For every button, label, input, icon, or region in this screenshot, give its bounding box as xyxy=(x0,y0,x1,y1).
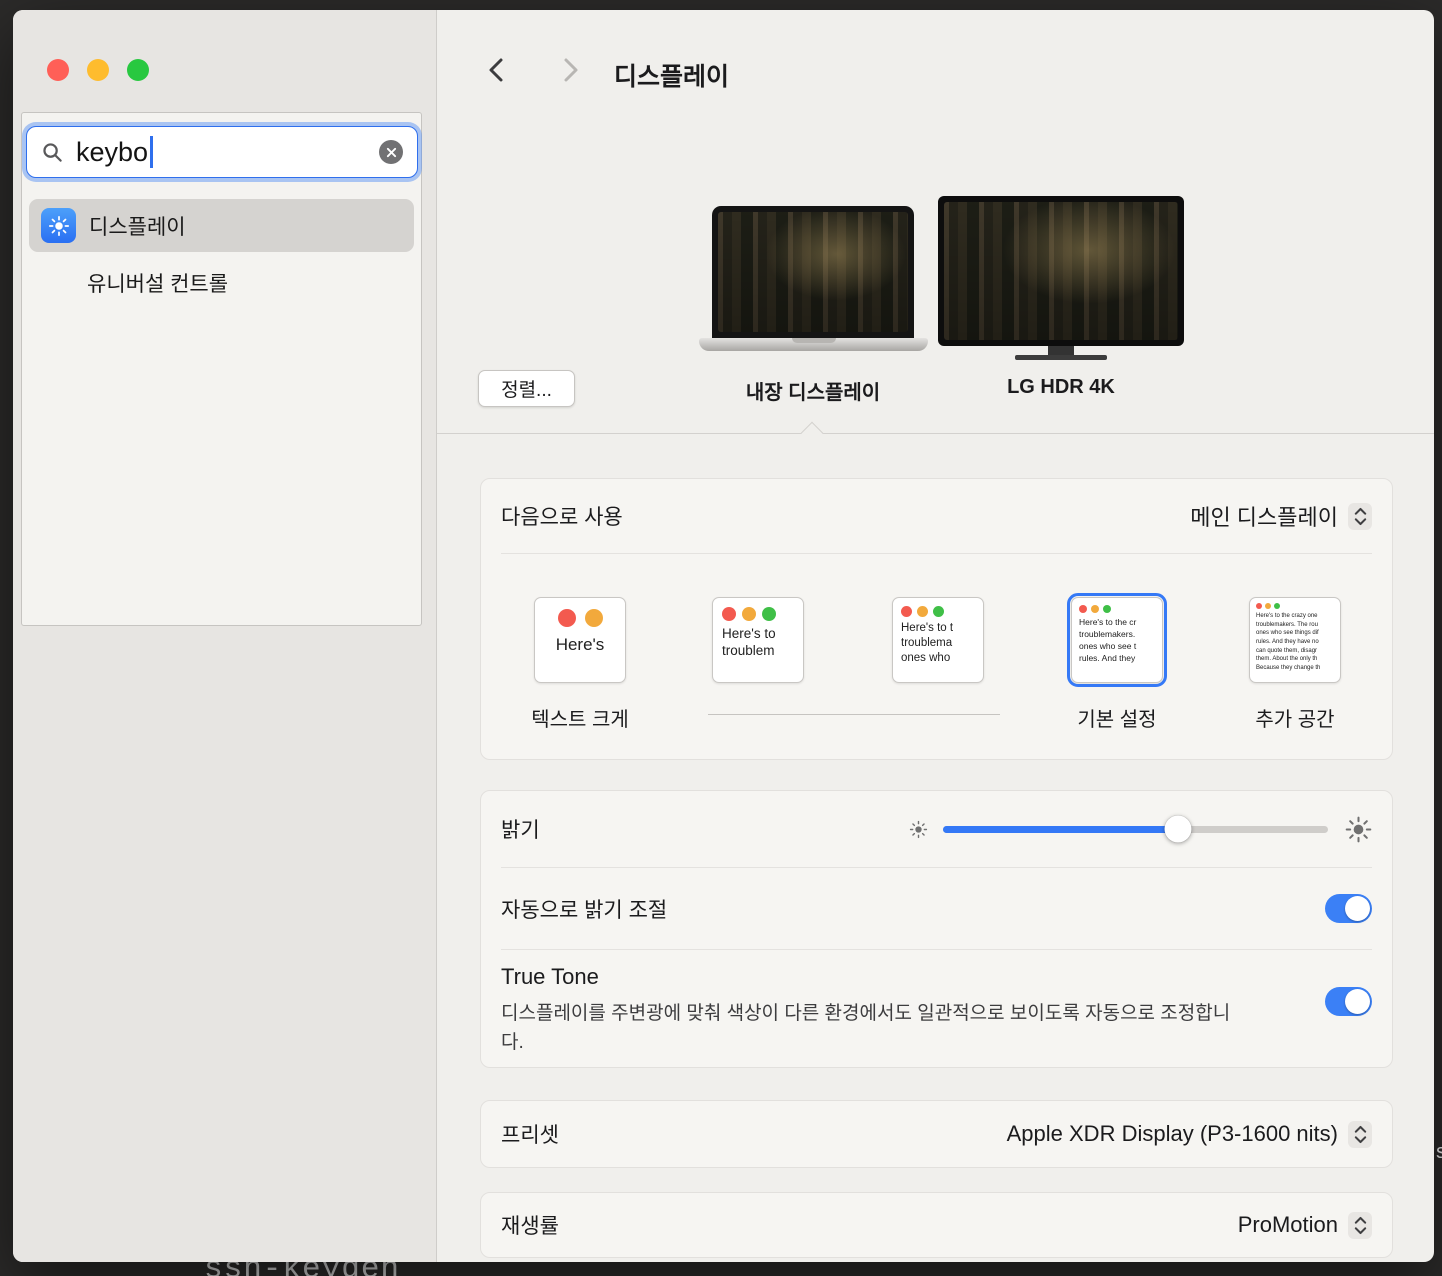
monitor-base xyxy=(1015,355,1107,360)
preview-traffic-lights xyxy=(1072,598,1162,613)
auto-brightness-label: 자동으로 밝기 조절 xyxy=(501,894,667,924)
use-as-dropdown[interactable] xyxy=(1348,503,1372,530)
search-result-label: 유니버설 컨트롤 xyxy=(87,268,228,298)
forward-button[interactable] xyxy=(559,56,581,84)
selected-display-notch xyxy=(801,422,824,445)
macbook-base xyxy=(699,338,928,351)
desktop: ssh-keygen s keybo xyxy=(0,0,1442,1276)
display-label-builtin: 내장 디스플레이 xyxy=(682,376,944,405)
preset-value: Apple XDR Display (P3-1600 nits) xyxy=(1007,1121,1338,1147)
clear-search-button[interactable] xyxy=(379,140,403,164)
back-button[interactable] xyxy=(486,56,508,84)
preset-label: 프리셋 xyxy=(501,1119,559,1149)
scaling-option-2[interactable]: Here's to troublem xyxy=(712,597,804,683)
search-result-label: 디스플레이 xyxy=(89,211,186,241)
preset-panel: 프리셋 Apple XDR Display (P3-1600 nits) xyxy=(480,1100,1393,1168)
true-tone-description: 디스플레이를 주변광에 맞춰 색상이 다른 환경에서도 일관적으로 보이도록 자… xyxy=(501,999,1246,1058)
brightness-max-icon xyxy=(1345,816,1372,843)
scaling-label-default: 기본 설정 xyxy=(1037,703,1197,732)
display-thumbnail-builtin[interactable] xyxy=(712,206,914,338)
brightness-panel: 밝기 자동으로 밝기 조절 xyxy=(480,790,1393,1068)
use-as-label: 다음으로 사용 xyxy=(501,501,623,531)
scaling-label-larger-text: 텍스트 크게 xyxy=(500,703,660,732)
refresh-rate-value: ProMotion xyxy=(1238,1212,1338,1238)
refresh-rate-label: 재생률 xyxy=(501,1210,559,1240)
zoom-button[interactable] xyxy=(127,59,149,81)
section-divider xyxy=(437,433,1434,434)
search-query: keybo xyxy=(76,137,148,168)
use-as-value: 메인 디스플레이 xyxy=(1190,500,1338,532)
display-brightness-icon xyxy=(41,208,76,243)
page-title: 디스플레이 xyxy=(614,57,729,93)
system-settings-window: keybo 디스플레이 xyxy=(13,10,1434,1262)
brightness-fill xyxy=(943,826,1178,833)
wallpaper-preview xyxy=(944,202,1178,340)
background-edge-text: s xyxy=(1435,1142,1442,1165)
text-cursor xyxy=(150,136,153,168)
display-thumbnail-external[interactable] xyxy=(938,196,1184,346)
preset-dropdown[interactable] xyxy=(1348,1121,1372,1148)
wallpaper-preview xyxy=(718,212,908,332)
scaling-option-3[interactable]: Here's to t troublema ones who xyxy=(892,597,984,683)
refresh-rate-dropdown[interactable] xyxy=(1348,1212,1372,1239)
refresh-rate-panel: 재생률 ProMotion xyxy=(480,1192,1393,1258)
brightness-label: 밝기 xyxy=(501,814,540,844)
preview-traffic-lights xyxy=(893,598,983,617)
auto-brightness-toggle[interactable] xyxy=(1325,894,1372,923)
search-result-universal-control[interactable]: 유니버설 컨트롤 xyxy=(29,258,414,308)
brightness-knob[interactable] xyxy=(1164,816,1191,843)
display-label-external: LG HDR 4K xyxy=(931,376,1191,399)
scaling-option-default[interactable]: Here's to the cr troublemakers. ones who… xyxy=(1071,597,1163,683)
true-tone-label: True Tone xyxy=(501,964,1246,990)
brightness-min-icon xyxy=(909,820,928,839)
search-icon xyxy=(41,141,64,164)
scaling-option-more-space[interactable]: Here's to the crazy one troublemakers. T… xyxy=(1249,597,1341,683)
search-results-popup xyxy=(21,112,422,626)
preview-traffic-lights xyxy=(535,598,625,627)
arrange-button[interactable]: 정렬... xyxy=(478,370,575,407)
preview-traffic-lights xyxy=(713,598,803,621)
scaling-option-larger-text[interactable]: Here's xyxy=(534,597,626,683)
search-result-display[interactable]: 디스플레이 xyxy=(29,199,414,252)
preview-traffic-lights xyxy=(1250,598,1340,609)
display-settings-panel: 다음으로 사용 메인 디스플레이 Here's Here's to troubl… xyxy=(480,478,1393,760)
minimize-button[interactable] xyxy=(87,59,109,81)
close-button[interactable] xyxy=(47,59,69,81)
scaling-track-line xyxy=(708,714,1000,715)
search-input[interactable]: keybo xyxy=(26,126,418,178)
x-icon xyxy=(386,147,397,158)
true-tone-toggle[interactable] xyxy=(1325,987,1372,1016)
brightness-slider[interactable] xyxy=(943,826,1328,833)
scaling-label-more-space: 추가 공간 xyxy=(1215,703,1375,732)
sidebar: keybo 디스플레이 xyxy=(13,10,437,1262)
